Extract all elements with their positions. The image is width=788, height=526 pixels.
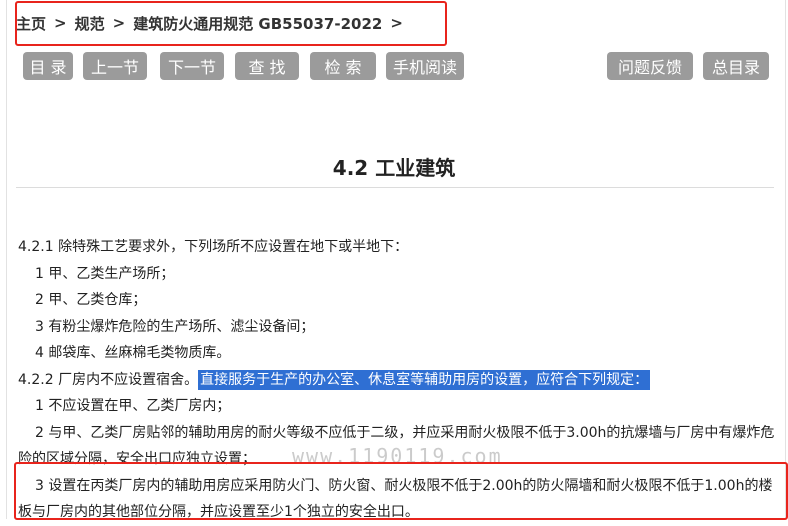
breadcrumb-separator: > (54, 14, 67, 32)
breadcrumb: 主页 > 规范 > 建筑防火通用规范 GB55037-2022 > (16, 8, 403, 38)
page-title: 4.2 工业建筑 (332, 156, 456, 180)
toolbar: 目 录 上一节 下一节 查 找 检 索 手机阅读 问题反馈 总目录 (0, 52, 788, 80)
title-divider (16, 187, 774, 188)
find-button[interactable]: 查 找 (235, 52, 299, 80)
clause-4-2-1: 4.2.1 除特殊工艺要求外，下列场所不应设置在地下或半地下： (18, 239, 409, 255)
main-catalog-button[interactable]: 总目录 (703, 52, 769, 80)
next-section-button[interactable]: 下一节 (160, 52, 224, 80)
breadcrumb-current-link[interactable]: 建筑防火通用规范 GB55037-2022 (133, 13, 382, 34)
breadcrumb-separator: > (390, 14, 403, 32)
article-content: 4.2.1 除特殊工艺要求外，下列场所不应设置在地下或半地下： 1 甲、乙类生产… (18, 234, 780, 526)
breadcrumb-category-link[interactable]: 规范 (75, 13, 105, 34)
list-item: 4 邮袋库、丝麻棉毛类物质库。 (35, 345, 231, 361)
search-button[interactable]: 检 索 (310, 52, 376, 80)
prev-section-button[interactable]: 上一节 (83, 52, 147, 80)
list-item-text: 3 设置在丙类厂房内的辅助用房应采用防火门、防火窗、耐火极限不低于2.00h的防… (18, 477, 773, 521)
list-item: 3 有粉尘爆炸危险的生产场所、滤尘设备间； (35, 318, 315, 335)
mobile-reading-button[interactable]: 手机阅读 (386, 52, 464, 80)
list-item: 1 不应设置在甲、乙类厂房内； (35, 398, 231, 414)
list-item-wrapped: 3 设置在丙类厂房内的辅助用房应采用防火门、防火窗、耐火极限不低于2.00h的防… (18, 473, 780, 526)
clause-4-2-2: 4.2.2 厂房内不应设置宿舍。 直接服务于生产的办公室、休息室等辅助用房的设置，… (18, 367, 780, 394)
clause-4-2-2-lead: 4.2.2 厂房内不应设置宿舍。 (18, 371, 199, 388)
feedback-button[interactable]: 问题反馈 (607, 52, 693, 80)
list-item: 1 甲、乙类生产场所； (35, 265, 175, 282)
catalog-button[interactable]: 目 录 (23, 52, 73, 80)
breadcrumb-separator: > (112, 14, 126, 32)
watermark: www.1190119.com (292, 444, 503, 468)
selected-text-highlight: 直接服务于生产的办公室、休息室等辅助用房的设置，应符合下列规定： (198, 369, 651, 390)
list-item: 2 甲、乙类仓库； (35, 292, 147, 308)
breadcrumb-home-link[interactable]: 主页 (16, 13, 46, 34)
